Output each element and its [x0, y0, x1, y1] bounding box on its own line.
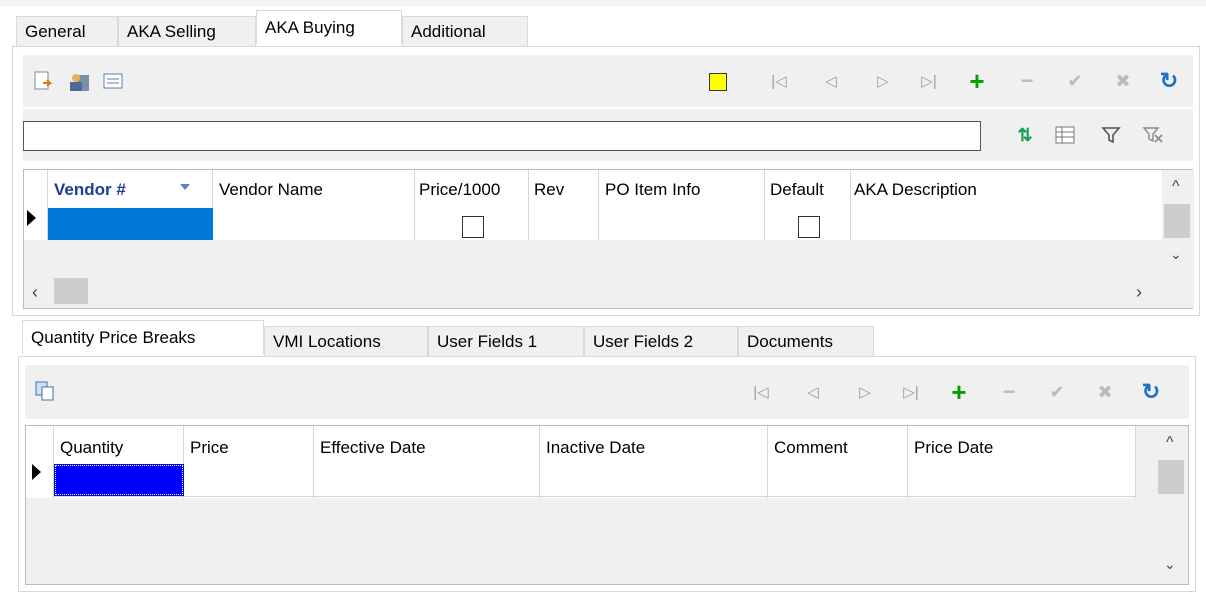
clear-filter-icon[interactable]	[1141, 123, 1165, 147]
horizontal-scrollbar[interactable]: ‹ ›	[24, 276, 1194, 308]
vendor-grid: Vendor # Vendor Name Price/1000 Rev PO I…	[23, 169, 1194, 309]
tab-user-fields-2[interactable]: User Fields 2	[584, 326, 738, 356]
tab-documents[interactable]: Documents	[738, 326, 874, 356]
column-header[interactable]: Effective Date	[320, 438, 426, 458]
column-header[interactable]: Quantity	[60, 438, 123, 458]
delete-record-icon[interactable]: −	[1015, 68, 1039, 93]
column-header[interactable]: Vendor Name	[219, 180, 323, 200]
last-record-icon[interactable]: ▷|	[917, 69, 941, 93]
next-record-icon[interactable]: ▷	[853, 380, 877, 404]
column-header[interactable]: Default	[770, 180, 824, 200]
search-toolbar: ⇅	[23, 109, 1193, 161]
col-price[interactable]	[184, 426, 314, 498]
top-toolbar: |◁ ◁ ▷ ▷| + − ✔ ✖ ↻	[23, 55, 1193, 107]
last-record-icon[interactable]: ▷|	[899, 380, 923, 404]
prev-record-icon[interactable]: ◁	[801, 380, 825, 404]
row-divider	[54, 496, 1136, 497]
col-inactive-date[interactable]	[540, 426, 768, 498]
next-record-icon[interactable]: ▷	[871, 69, 895, 93]
column-header[interactable]: PO Item Info	[605, 180, 700, 200]
sort-icon[interactable]: ⇅	[1013, 123, 1037, 147]
aka-buying-panel: |◁ ◁ ▷ ▷| + − ✔ ✖ ↻ ⇅ Vendor # Vendor Na…	[12, 46, 1200, 316]
col-comment[interactable]	[768, 426, 908, 498]
selected-cell[interactable]	[54, 464, 184, 496]
copy-icon[interactable]	[33, 379, 57, 403]
refresh-icon[interactable]: ↻	[1139, 379, 1163, 404]
price-grid: Quantity Price Effective Date Inactive D…	[25, 425, 1189, 585]
tab-additional[interactable]: Additional	[402, 16, 528, 46]
tab-label: AKA Buying	[265, 17, 355, 37]
post-edit-icon[interactable]: ✔	[1063, 69, 1087, 93]
scroll-thumb[interactable]	[1158, 460, 1184, 494]
column-header[interactable]: Rev	[534, 180, 564, 200]
add-record-icon[interactable]: +	[965, 66, 989, 96]
col-effective-date[interactable]	[314, 426, 540, 498]
search-input[interactable]	[23, 121, 981, 151]
current-row-arrow-icon	[32, 464, 41, 480]
default-checkbox[interactable]	[798, 216, 820, 238]
add-record-icon[interactable]: +	[947, 377, 971, 407]
sort-desc-icon	[180, 184, 190, 190]
tab-label: Additional	[411, 21, 486, 41]
scroll-down-icon[interactable]: ⌄	[1170, 246, 1182, 263]
tab-label: VMI Locations	[273, 331, 381, 351]
yellow-square-icon[interactable]	[709, 73, 727, 91]
tab-label: Quantity Price Breaks	[31, 327, 196, 347]
tab-aka-selling[interactable]: AKA Selling	[118, 16, 256, 46]
cancel-edit-icon[interactable]: ✖	[1093, 380, 1117, 404]
tab-vmi-locations[interactable]: VMI Locations	[264, 326, 428, 356]
tab-quantity-price-breaks[interactable]: Quantity Price Breaks	[22, 320, 264, 354]
scroll-up-icon[interactable]: ^	[1166, 434, 1174, 452]
tab-label: Documents	[747, 331, 833, 351]
first-record-icon[interactable]: |◁	[767, 69, 791, 93]
column-header[interactable]: Price	[190, 438, 229, 458]
tab-aka-buying[interactable]: AKA Buying	[256, 10, 402, 44]
filter-icon[interactable]	[1099, 123, 1123, 147]
cancel-edit-icon[interactable]: ✖	[1111, 69, 1135, 93]
post-edit-icon[interactable]: ✔	[1045, 380, 1069, 404]
current-row-arrow-icon	[27, 210, 36, 226]
column-header[interactable]: Inactive Date	[546, 438, 645, 458]
scroll-up-icon[interactable]: ^	[1172, 178, 1180, 196]
column-header[interactable]: Vendor #	[54, 180, 126, 200]
price-per-1000-checkbox[interactable]	[462, 216, 484, 238]
column-header[interactable]: Comment	[774, 438, 848, 458]
column-header[interactable]: Price/1000	[419, 180, 500, 200]
delete-record-icon[interactable]: −	[997, 379, 1021, 404]
vertical-scrollbar[interactable]: ^ ⌄	[1156, 426, 1188, 584]
column-header[interactable]: AKA Description	[854, 180, 977, 200]
tab-label: General	[25, 21, 86, 41]
form-view-icon[interactable]	[101, 69, 125, 93]
tab-label: AKA Selling	[127, 21, 216, 41]
tab-general[interactable]: General	[16, 16, 118, 46]
scroll-right-icon[interactable]: ›	[1136, 282, 1142, 303]
columns-icon[interactable]	[1053, 123, 1077, 147]
price-breaks-panel: |◁ ◁ ▷ ▷| + − ✔ ✖ ↻ Quantity Price Effec…	[18, 356, 1196, 592]
tab-label: User Fields 1	[437, 331, 538, 351]
selected-cell[interactable]	[48, 208, 213, 240]
scroll-thumb[interactable]	[1164, 204, 1190, 238]
col-price-date[interactable]	[908, 426, 1136, 498]
scroll-thumb[interactable]	[54, 278, 88, 304]
new-record-icon[interactable]	[31, 69, 55, 93]
user-building-icon[interactable]	[67, 69, 91, 93]
prev-record-icon[interactable]: ◁	[819, 69, 843, 93]
tab-label: User Fields 2	[593, 331, 694, 351]
column-header[interactable]: Price Date	[914, 438, 993, 458]
vendor-grid-rows: Vendor # Vendor Name Price/1000 Rev PO I…	[24, 170, 1162, 241]
refresh-icon[interactable]: ↻	[1157, 68, 1181, 93]
price-grid-rows: Quantity Price Effective Date Inactive D…	[26, 426, 1136, 498]
row-indicator-column	[24, 170, 48, 240]
tab-user-fields-1[interactable]: User Fields 1	[428, 326, 584, 356]
row-indicator-column	[26, 426, 54, 498]
grid-empty-area	[24, 240, 1162, 276]
first-record-icon[interactable]: |◁	[749, 380, 773, 404]
vertical-scrollbar[interactable]: ^ ⌄	[1162, 170, 1194, 276]
top-strip	[0, 0, 1206, 6]
scroll-down-icon[interactable]: ⌄	[1164, 556, 1176, 573]
scroll-left-icon[interactable]: ‹	[32, 282, 38, 303]
price-toolbar: |◁ ◁ ▷ ▷| + − ✔ ✖ ↻	[25, 365, 1189, 419]
